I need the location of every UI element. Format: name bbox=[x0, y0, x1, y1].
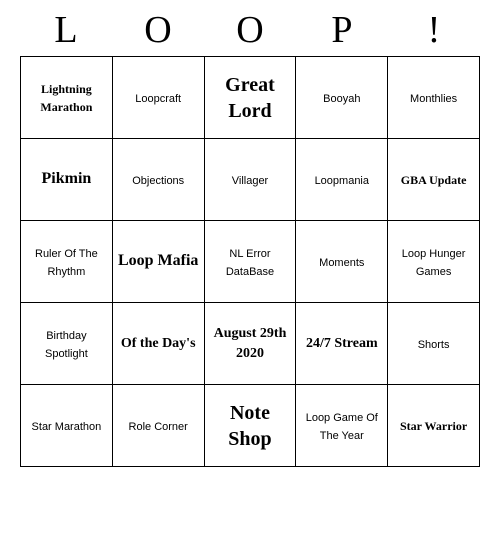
cell-text: Of the Day's bbox=[121, 336, 196, 351]
bingo-grid: Lightning Marathon Loopcraft Great Lord Boo… bbox=[20, 56, 480, 467]
cell-text: Shorts bbox=[418, 339, 450, 351]
cell-r1-c4: GBA Update bbox=[388, 139, 480, 221]
header-letter: ! bbox=[394, 8, 474, 52]
cell-r1-c2: Villager bbox=[204, 139, 296, 221]
cell-r1-c0: Pikmin bbox=[21, 139, 113, 221]
cell-text: Role Corner bbox=[129, 421, 188, 433]
cell-text: Star Warrior bbox=[400, 419, 467, 433]
header-letter: L bbox=[26, 8, 106, 52]
cell-text: Booyah bbox=[323, 93, 360, 105]
cell-r0-c3: Booyah bbox=[296, 57, 388, 139]
header: LOOP! bbox=[20, 0, 480, 56]
cell-text: Note Shop bbox=[228, 402, 271, 450]
cell-text: Loopmania bbox=[315, 175, 369, 187]
cell-text: Birthday Spotlight bbox=[45, 330, 88, 360]
cell-r2-c4: Loop Hunger Games bbox=[388, 221, 480, 303]
cell-r3-c4: Shorts bbox=[388, 303, 480, 385]
cell-r2-c0: Ruler Of The Rhythm bbox=[21, 221, 113, 303]
cell-text: August 29th 2020 bbox=[214, 326, 287, 360]
cell-text: Villager bbox=[232, 175, 269, 187]
header-letter: P bbox=[302, 8, 382, 52]
cell-r4-c1: Role Corner bbox=[112, 385, 204, 467]
cell-text: Ruler Of The Rhythm bbox=[35, 248, 98, 278]
cell-r2-c1: Loop Mafia bbox=[112, 221, 204, 303]
cell-text: Loop Hunger Games bbox=[402, 248, 466, 278]
cell-text: Loop Game Of The Year bbox=[306, 412, 378, 442]
cell-text: Moments bbox=[319, 257, 364, 269]
cell-r4-c3: Loop Game Of The Year bbox=[296, 385, 388, 467]
cell-text: Objections bbox=[132, 175, 184, 187]
cell-r0-c1: Loopcraft bbox=[112, 57, 204, 139]
cell-r4-c4: Star Warrior bbox=[388, 385, 480, 467]
cell-text: NL Error DataBase bbox=[226, 248, 274, 278]
cell-text: Pikmin bbox=[42, 170, 92, 187]
cell-r3-c1: Of the Day's bbox=[112, 303, 204, 385]
cell-text: Loopcraft bbox=[135, 93, 181, 105]
cell-text: Loop Mafia bbox=[118, 252, 198, 269]
cell-text: Monthlies bbox=[410, 93, 457, 105]
cell-r2-c2: NL Error DataBase bbox=[204, 221, 296, 303]
cell-text: Lightning Marathon bbox=[40, 82, 92, 114]
cell-text: Great Lord bbox=[225, 74, 275, 122]
cell-r1-c1: Objections bbox=[112, 139, 204, 221]
cell-r4-c2: Note Shop bbox=[204, 385, 296, 467]
cell-r4-c0: Star Marathon bbox=[21, 385, 113, 467]
cell-r0-c4: Monthlies bbox=[388, 57, 480, 139]
header-letter: O bbox=[210, 8, 290, 52]
cell-r0-c0: Lightning Marathon bbox=[21, 57, 113, 139]
cell-r1-c3: Loopmania bbox=[296, 139, 388, 221]
header-letter: O bbox=[118, 8, 198, 52]
cell-r0-c2: Great Lord bbox=[204, 57, 296, 139]
cell-r3-c0: Birthday Spotlight bbox=[21, 303, 113, 385]
cell-text: 24/7 Stream bbox=[306, 336, 378, 351]
cell-r2-c3: Moments bbox=[296, 221, 388, 303]
cell-r3-c3: 24/7 Stream bbox=[296, 303, 388, 385]
cell-r3-c2: August 29th 2020 bbox=[204, 303, 296, 385]
cell-text: GBA Update bbox=[401, 173, 467, 187]
cell-text: Star Marathon bbox=[32, 421, 102, 433]
